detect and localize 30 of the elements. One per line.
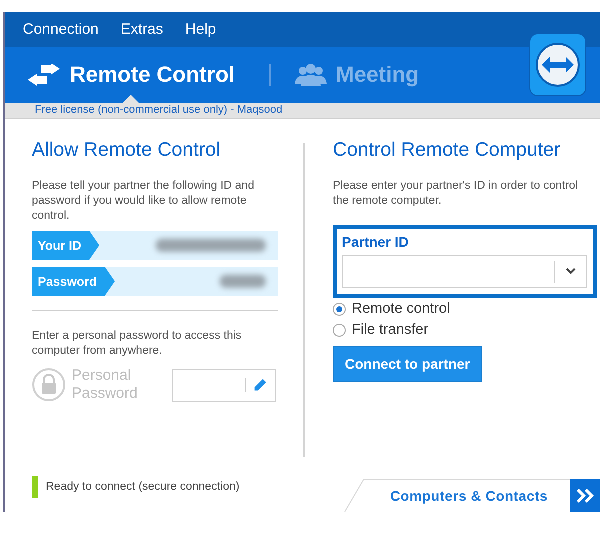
radio-button[interactable] (333, 302, 346, 316)
credential-label: Password (32, 267, 116, 296)
chevron-down-icon (566, 268, 576, 275)
description-text: Enter a personal password to access this computer from anywhere. (32, 329, 243, 359)
radio-option[interactable]: Remote control (333, 301, 597, 317)
tab[interactable]: Remote Control (27, 47, 235, 103)
license-text: Free license (non-commercial use only) - Maqsood (5, 103, 600, 119)
credential-label: Your ID (32, 231, 100, 260)
status-text: Ready to connect (secure connection) (46, 481, 240, 493)
description-text: Please enter your partner's ID in order to control the remote computer. (333, 179, 580, 209)
section-title: Control Remote Computer (333, 139, 562, 162)
section-title: Allow Remote Control (32, 139, 222, 162)
redacted-value (220, 275, 266, 288)
expand-button[interactable] (570, 479, 600, 512)
lock-icon (32, 368, 66, 402)
radio-option[interactable]: File transfer (333, 322, 597, 338)
double-chevron-icon (576, 488, 594, 502)
field-label: Personal Password (72, 367, 139, 403)
radio-button[interactable] (333, 324, 346, 336)
password-field[interactable] (172, 368, 276, 402)
people-icon (295, 64, 327, 86)
menu-item[interactable]: Connection (23, 21, 99, 38)
swap-arrows-icon (27, 64, 61, 86)
description-text: Please tell your partner the following ID and password if you would like to allow remote control. (32, 179, 256, 224)
pencil-icon[interactable] (254, 377, 267, 393)
field-label: Partner ID (342, 234, 410, 250)
menu-item[interactable]: Extras (120, 21, 164, 38)
tab-edge-drawing (344, 479, 370, 512)
connect-button[interactable]: Connect to partner (333, 346, 482, 382)
menu-item[interactable]: Help (185, 21, 216, 38)
